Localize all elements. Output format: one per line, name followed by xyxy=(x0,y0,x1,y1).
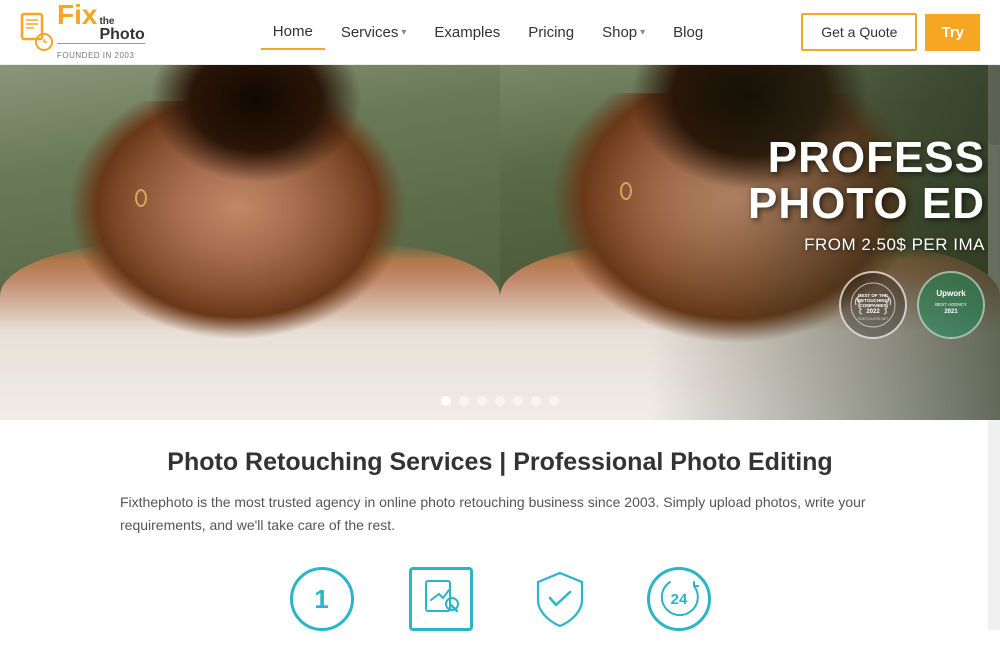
features-row: 1 xyxy=(20,559,980,631)
svg-text:COMPANIES: COMPANIES xyxy=(860,303,887,308)
svg-text:©DECOLORS.NET: ©DECOLORS.NET xyxy=(858,317,889,321)
main-nav: Home Services ▾ Examples Pricing Shop ▾ … xyxy=(175,15,801,50)
logo-text-group: Fix the Photo FOUNDED IN 2003 xyxy=(57,1,145,63)
nav-home[interactable]: Home xyxy=(261,15,325,50)
logo-founded: FOUNDED IN 2003 xyxy=(57,51,134,60)
feature-icon-document xyxy=(409,567,473,631)
feature-item-2 xyxy=(409,567,473,631)
try-button[interactable]: Try xyxy=(925,14,980,51)
feature-item-3 xyxy=(528,567,592,631)
dot-4[interactable] xyxy=(495,396,505,406)
nav-shop[interactable]: Shop ▾ xyxy=(590,16,657,49)
dot-6[interactable] xyxy=(531,396,541,406)
header: Fix the Photo FOUNDED IN 2003 Home Servi… xyxy=(0,0,1000,65)
get-quote-button[interactable]: Get a Quote xyxy=(801,13,917,51)
logo-icon xyxy=(20,12,54,52)
page-description: Fixthephoto is the most trusted agency i… xyxy=(120,491,880,537)
svg-text:2021: 2021 xyxy=(944,309,958,315)
svg-text:Upwork: Upwork xyxy=(936,289,966,298)
badge-upwork: Upwork BEST AGENCY 2021 xyxy=(917,271,985,339)
nav-pricing[interactable]: Pricing xyxy=(516,16,586,49)
svg-text:BEST AGENCY: BEST AGENCY xyxy=(935,302,967,307)
hero-badges: BEST OF THE RETOUCHING COMPANIES 2022 ©D… xyxy=(748,271,985,339)
hero-headline: PROFESS PHOTO ED xyxy=(748,135,985,227)
svg-text:2022: 2022 xyxy=(866,309,880,315)
dot-2[interactable] xyxy=(459,396,469,406)
hero-text-overlay: PROFESS PHOTO ED FROM 2.50$ PER IMA BEST… xyxy=(748,135,985,339)
feature-icon-1: 1 xyxy=(290,567,354,631)
services-chevron-icon: ▾ xyxy=(401,27,406,38)
slider-dots xyxy=(441,396,559,406)
badge-retouching: BEST OF THE RETOUCHING COMPANIES 2022 ©D… xyxy=(839,271,907,339)
dot-7[interactable] xyxy=(549,396,559,406)
feature-icon-24h: 24 xyxy=(647,567,711,631)
logo[interactable]: Fix the Photo FOUNDED IN 2003 xyxy=(20,1,145,63)
nav-services[interactable]: Services ▾ xyxy=(329,16,419,49)
hero-price: FROM 2.50$ PER IMA xyxy=(748,235,985,255)
shop-chevron-icon: ▾ xyxy=(640,27,645,38)
feature-item-1: 1 xyxy=(290,567,354,631)
page-title: Photo Retouching Services | Professional… xyxy=(20,448,980,477)
feature-item-4: 24 xyxy=(647,567,711,631)
dot-1[interactable] xyxy=(441,396,451,406)
svg-text:24: 24 xyxy=(670,591,687,608)
header-actions: Get a Quote Try xyxy=(801,13,980,51)
feature-icon-shield xyxy=(528,567,592,631)
dot-3[interactable] xyxy=(477,396,487,406)
hero-section: PROFESS PHOTO ED FROM 2.50$ PER IMA BEST… xyxy=(0,65,1000,420)
nav-blog[interactable]: Blog xyxy=(661,16,715,49)
before-photo xyxy=(0,65,500,420)
logo-photo: Photo xyxy=(99,27,144,43)
content-section: Photo Retouching Services | Professional… xyxy=(0,420,1000,647)
logo-fix: Fix xyxy=(57,1,97,29)
dot-5[interactable] xyxy=(513,396,523,406)
nav-examples[interactable]: Examples xyxy=(422,16,512,49)
